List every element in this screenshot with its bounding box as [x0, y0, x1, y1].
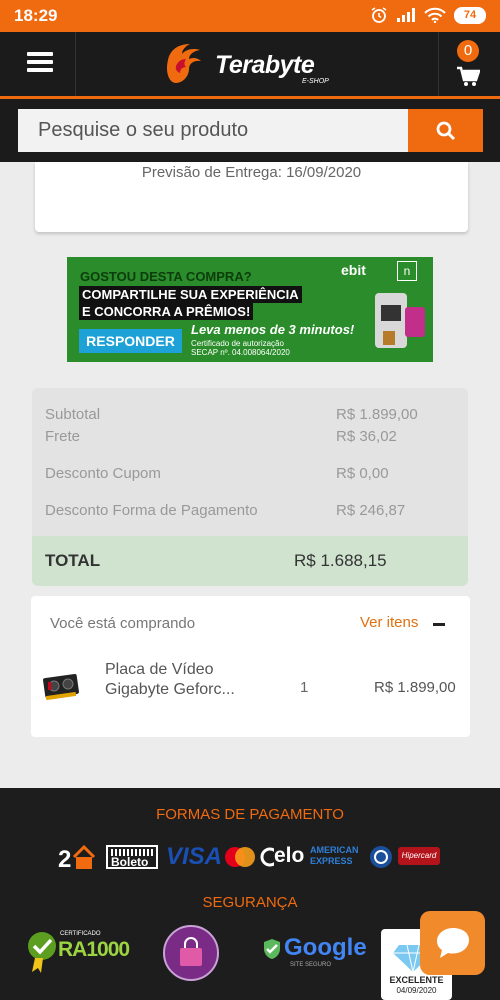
item-quantity: 1 [300, 679, 309, 696]
cupom-row: Desconto Cupom R$ 0,00 [45, 465, 455, 482]
wifi-icon [424, 7, 446, 23]
subtotal-label: Subtotal [45, 406, 101, 423]
ebit-logo: ebit [341, 262, 366, 278]
cupom-label: Desconto Cupom [45, 465, 161, 482]
logo-text: Terabyte [215, 51, 315, 79]
banner-respond-button[interactable]: RESPONDER [79, 329, 182, 353]
item-name[interactable]: Placa de Vídeo Gigabyte Geforc... [105, 660, 235, 700]
banner-box-icon: n [397, 261, 417, 281]
google-label: Google [284, 934, 367, 961]
item-name-line-2: Gigabyte Geforc... [105, 681, 235, 698]
graphics-card-thumbnail [43, 673, 79, 701]
buying-card: Você está comprando Ver itens Placa de V… [31, 596, 470, 737]
cart-button[interactable]: 0 [438, 32, 500, 96]
search-icon [436, 121, 456, 141]
banner-certificate: Certificado de autorização SECAP nº. 04.… [191, 339, 290, 357]
search-bar [0, 99, 500, 162]
mastercard-icon [225, 847, 255, 867]
frete-label: Frete [45, 428, 81, 445]
pagamento-value: R$ 246,87 [336, 502, 406, 519]
pagamento-row: Desconto Forma de Pagamento R$ 246,87 [45, 502, 455, 519]
flame-icon [166, 44, 201, 83]
app-header: Terabyte E-SHOP 0 [0, 32, 500, 96]
cart-count-badge: 0 [457, 40, 479, 62]
total-label: TOTAL [45, 551, 101, 570]
google-sub-label: SITE SEGURO [290, 962, 332, 968]
ra1000-label: RA1000 [58, 938, 130, 961]
chat-button[interactable] [420, 911, 485, 975]
banner-line-1: COMPARTILHE SUA EXPERIÊNCIA [79, 286, 302, 303]
total-row: TOTAL R$ 1.688,15 [32, 536, 468, 586]
cart-icon [457, 66, 480, 86]
shopping-bag-seal[interactable] [162, 924, 220, 982]
ebit-seal-date: 04/09/2020 [396, 986, 437, 995]
frete-value: R$ 36,02 [336, 428, 397, 445]
payment-methods-title: FORMAS DE PAGAMENTO [156, 806, 344, 823]
status-bar: 18:29 74 [0, 0, 500, 32]
ra1000-seal[interactable]: CERTIFICADO RA1000 [26, 928, 130, 976]
hipercard-logo: Hipercard [398, 847, 440, 865]
signal-icon [397, 8, 415, 22]
alarm-icon [371, 7, 387, 23]
ra-certificado-label: CERTIFICADO [60, 931, 101, 937]
search-input[interactable] [18, 109, 408, 152]
svg-text:2: 2 [58, 846, 71, 871]
pagamento-label: Desconto Forma de Pagamento [45, 502, 258, 519]
item-name-line-1: Placa de Vídeo [105, 661, 214, 678]
boleto-2x-icon: 2 [58, 844, 96, 871]
ra-check-icon [28, 932, 56, 973]
terabyte-logo[interactable]: Terabyte E-SHOP [162, 40, 342, 88]
security-title: SEGURANÇA [202, 894, 298, 911]
battery-icon: 74 [454, 6, 486, 24]
visa-logo: VISA [166, 843, 223, 870]
collapse-icon[interactable] [433, 623, 445, 626]
buying-title: Você está comprando [50, 615, 196, 632]
status-time: 18:29 [14, 6, 58, 25]
logo-subtitle: E-SHOP [302, 78, 329, 85]
cupom-value: R$ 0,00 [336, 465, 389, 482]
delivery-estimate: Previsão de Entrega: 16/09/2020 [141, 164, 362, 181]
ebit-seal-label: EXCELENTE [389, 975, 444, 985]
search-button[interactable] [408, 109, 483, 152]
item-price: R$ 1.899,00 [374, 679, 456, 696]
menu-button[interactable] [0, 32, 76, 96]
elo-logo: elo [260, 843, 308, 871]
diners-icon [370, 846, 392, 868]
shield-check-icon [264, 939, 280, 959]
boleto-logo: Boleto [106, 845, 158, 869]
subtotal-row: Subtotal R$ 1.899,00 [45, 406, 455, 423]
total-value: R$ 1.688,15 [294, 551, 387, 570]
banner-time-note: Leva menos de 3 minutos! [191, 322, 355, 337]
delivery-card: Previsão de Entrega: 16/09/2020 [35, 162, 468, 232]
hamburger-icon [27, 52, 53, 56]
order-summary: Subtotal R$ 1.899,00 Frete R$ 36,02 Desc… [32, 388, 468, 586]
ver-itens-link[interactable]: Ver itens [360, 614, 418, 631]
amex-logo: AMERICAN EXPRESS [310, 845, 359, 866]
subtotal-value: R$ 1.899,00 [336, 406, 418, 423]
status-icons: 74 [370, 6, 486, 24]
banner-question: GOSTOU DESTA COMPRA? [80, 269, 252, 284]
frete-row: Frete R$ 36,02 [45, 428, 455, 445]
google-safe-seal[interactable]: Google SITE SEGURO [262, 934, 367, 970]
banner-line-2: E CONCORRA A PRÊMIOS! [79, 303, 254, 320]
ebit-survey-banner[interactable]: GOSTOU DESTA COMPRA? COMPARTILHE SUA EXP… [67, 257, 433, 362]
chat-bubble-icon [437, 928, 469, 958]
coffee-machine-icon [375, 293, 425, 348]
